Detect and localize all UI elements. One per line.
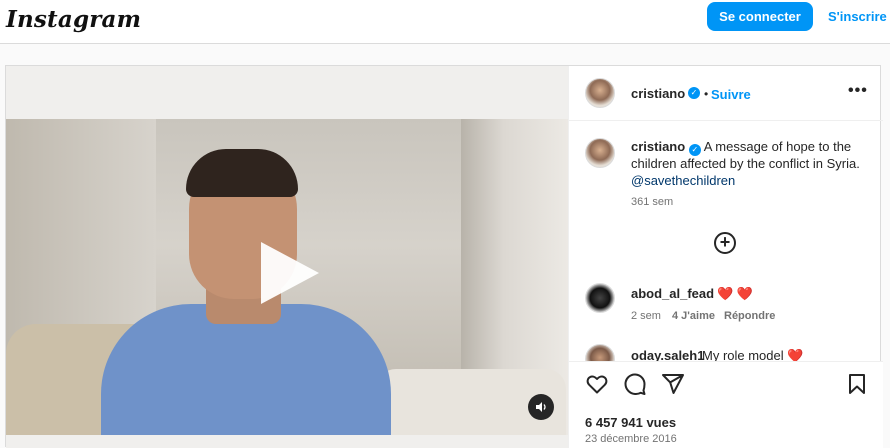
- post-media: [6, 66, 568, 448]
- comment-username[interactable]: abod_al_fead: [631, 286, 714, 301]
- follow-button[interactable]: Suivre: [711, 87, 751, 102]
- comment-likes[interactable]: 4 J'aime: [672, 310, 715, 322]
- caption-age: 361 sem: [631, 196, 674, 208]
- post-caption: cristiano ✓ A message of hope to the chi…: [631, 138, 871, 189]
- comment-icon[interactable]: [623, 372, 647, 396]
- share-icon[interactable]: [661, 372, 685, 396]
- comment-reply-button[interactable]: Répondre: [724, 310, 775, 322]
- comment-avatar[interactable]: [585, 283, 615, 313]
- view-count[interactable]: 6 457 941 vues: [585, 415, 676, 430]
- post-card: cristiano ✓ • Suivre ••• cristiano ✓ A m…: [5, 65, 883, 448]
- comment-age: 2 sem: [631, 310, 661, 322]
- video-person: [186, 149, 298, 197]
- signup-link[interactable]: S'inscrire: [828, 9, 887, 24]
- video-player[interactable]: [6, 119, 568, 435]
- post-sidebar: cristiano ✓ • Suivre ••• cristiano ✓ A m…: [568, 66, 883, 448]
- author-avatar[interactable]: [585, 78, 615, 108]
- login-button[interactable]: Se connecter: [707, 2, 813, 31]
- bookmark-icon[interactable]: [845, 372, 869, 396]
- post-actions: 6 457 941 vues 23 décembre 2016: [569, 361, 883, 448]
- verified-badge-icon: ✓: [688, 144, 701, 156]
- heart-icon[interactable]: [585, 372, 609, 396]
- verified-badge-icon: ✓: [688, 87, 700, 99]
- top-bar: Instagram Se connecter S'inscrire: [0, 0, 890, 44]
- comment-text: ❤️ ❤️: [717, 286, 753, 301]
- caption-author[interactable]: cristiano: [631, 139, 685, 154]
- more-options-icon[interactable]: •••: [848, 82, 868, 100]
- post-date[interactable]: 23 décembre 2016: [585, 433, 677, 445]
- plus-circle-icon[interactable]: +: [714, 232, 736, 254]
- instagram-logo[interactable]: Instagram: [6, 6, 141, 33]
- speaker-icon[interactable]: [528, 394, 554, 420]
- caption-mention[interactable]: @savethechildren: [631, 173, 735, 188]
- author-username[interactable]: cristiano: [631, 86, 685, 101]
- caption-author-avatar[interactable]: [585, 138, 615, 168]
- separator-dot: •: [704, 87, 709, 101]
- post-header: cristiano ✓ • Suivre •••: [569, 66, 883, 121]
- play-icon[interactable]: [261, 242, 319, 304]
